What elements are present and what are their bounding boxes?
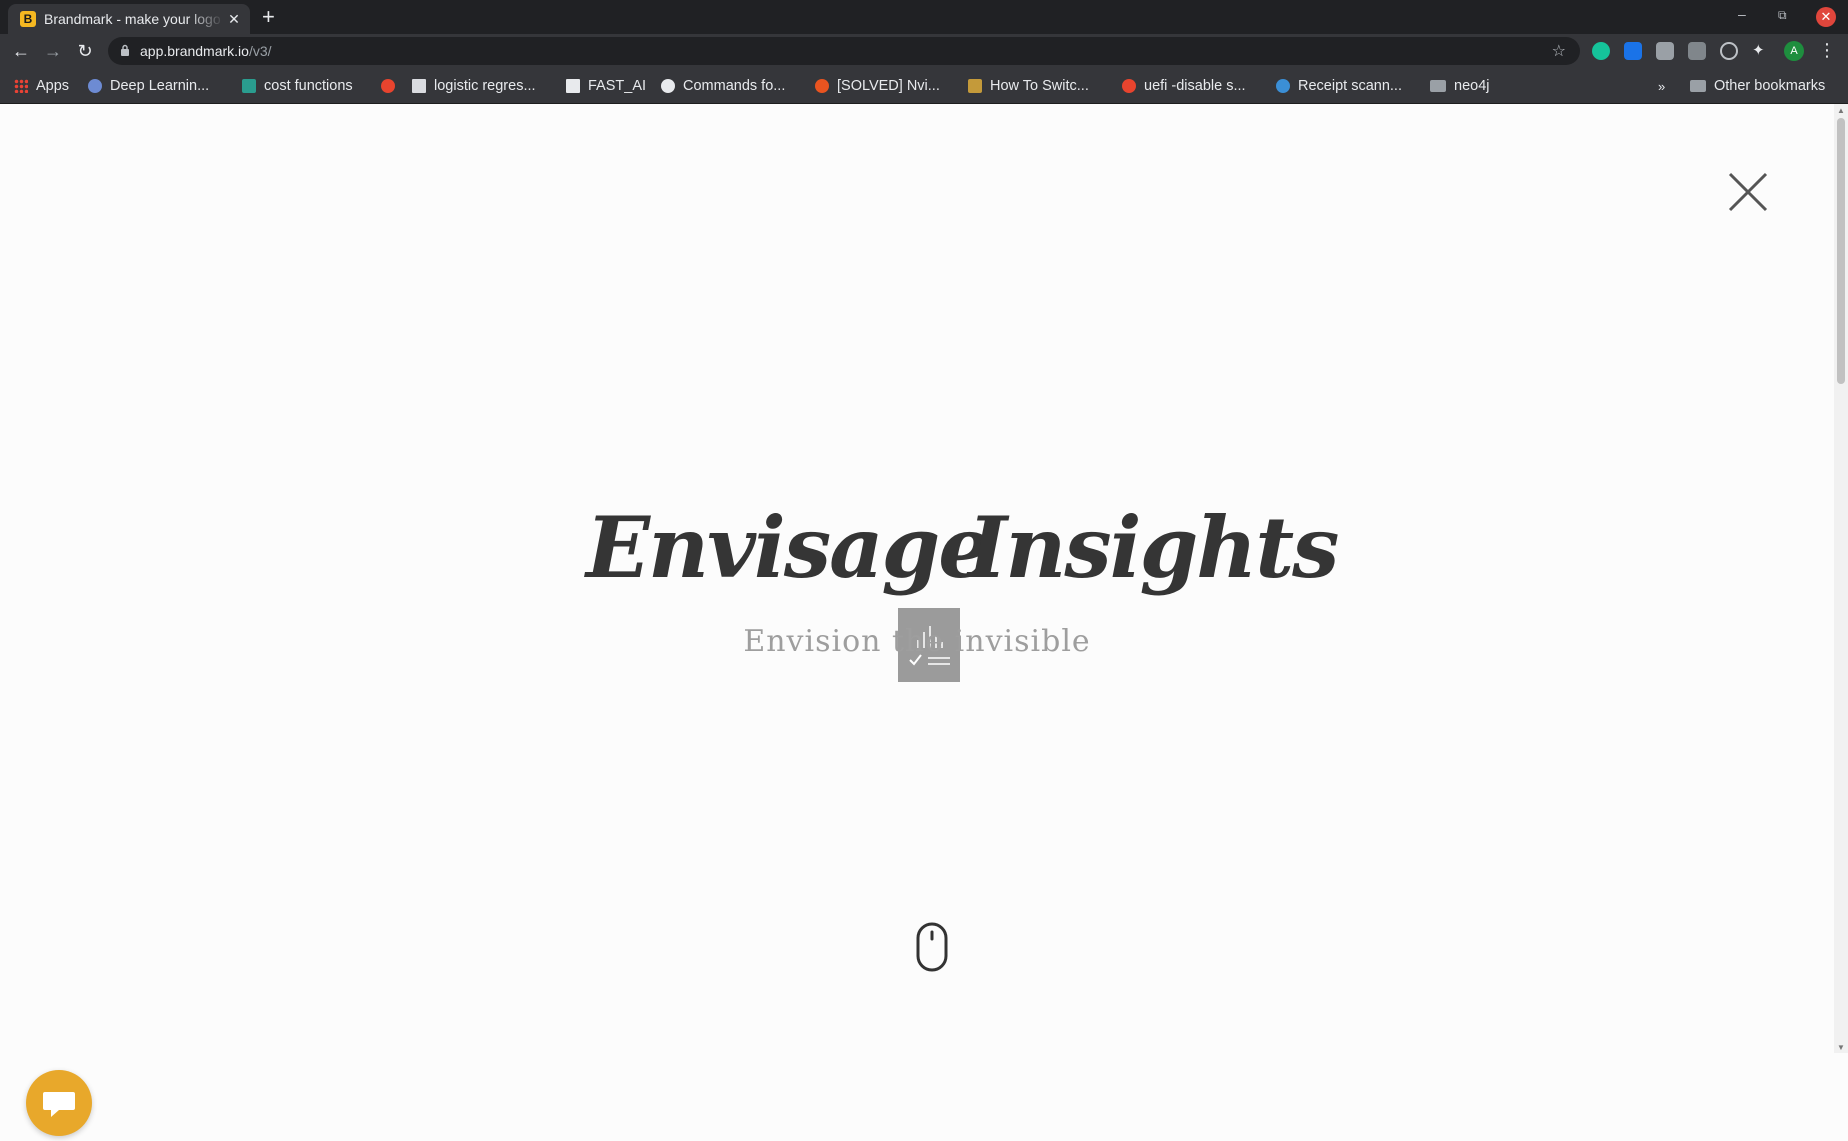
bookmark-label: Deep Learnin...	[110, 78, 210, 94]
address-bar[interactable]: app.brandmark.io/v3/ ☆	[108, 37, 1580, 65]
new-tab-icon[interactable]: +	[262, 6, 275, 28]
bookmark-item[interactable]	[381, 76, 395, 96]
bookmark-label: cost functions	[264, 78, 353, 94]
wordpress-icon	[1276, 79, 1290, 93]
react-devtools-icon[interactable]	[1720, 42, 1738, 60]
page-scrollbar[interactable]: ▲ ▼	[1834, 104, 1848, 1053]
page-content: Envisage Insights Envision the invisible	[0, 104, 1834, 1136]
globe-icon	[661, 79, 675, 93]
extension-icon[interactable]	[1656, 42, 1674, 60]
bookmarks-bar: Apps Deep Learnin... cost functions logi…	[0, 68, 1848, 104]
brain-icon	[88, 79, 102, 93]
bookmark-item[interactable]: Receipt scann...	[1276, 76, 1402, 96]
bookmark-label: logistic regres...	[434, 78, 536, 94]
bookmark-label: How To Switc...	[990, 78, 1089, 94]
brand-logo[interactable]: Envisage Insights	[586, 498, 1339, 682]
bookmark-label: Commands fo...	[683, 78, 786, 94]
ubuntu-icon	[815, 79, 829, 93]
tab-close-icon[interactable]: ✕	[226, 11, 242, 28]
menu-kebab-icon[interactable]: ⋮	[1818, 40, 1836, 61]
bookmarks-overflow-icon[interactable]: »	[1658, 76, 1665, 96]
apps-grid-icon	[14, 79, 28, 93]
other-bookmarks[interactable]: Other bookmarks	[1690, 76, 1825, 96]
window-close-icon[interactable]: ✕	[1816, 7, 1836, 27]
url-host: app.brandmark.io	[140, 43, 249, 59]
bookmark-star-icon[interactable]: ☆	[1552, 41, 1566, 61]
scroll-down-icon[interactable]: ▼	[1837, 1043, 1845, 1052]
bookmark-item[interactable]: cost functions	[242, 76, 353, 96]
folder-icon	[1690, 80, 1706, 92]
ask-icon	[1122, 79, 1136, 93]
chat-button[interactable]	[26, 1070, 92, 1136]
brand-tagline: Envision the invisible	[743, 624, 1091, 659]
brandmark-favicon-icon: B	[20, 11, 36, 27]
restore-icon[interactable]: ⧉	[1778, 8, 1787, 23]
other-bookmarks-label: Other bookmarks	[1714, 78, 1826, 94]
bookmark-item[interactable]: FAST_AI	[566, 76, 646, 96]
tab-title: Brandmark - make your logo	[44, 11, 221, 27]
lock-icon	[120, 44, 130, 59]
url-path: /v3/	[248, 43, 272, 59]
brand-word-1: Envisage	[586, 498, 992, 597]
minimize-icon[interactable]: –	[1738, 6, 1746, 22]
reader-extension-icon[interactable]	[1688, 42, 1706, 60]
bookmark-item[interactable]: Deep Learnin...	[88, 76, 209, 96]
forward-icon[interactable]: →	[41, 39, 65, 63]
doc-icon	[566, 79, 580, 93]
bookmark-item[interactable]: How To Switc...	[968, 76, 1089, 96]
browser-tab[interactable]: B Brandmark - make your logo ✕	[8, 4, 250, 34]
page-icon	[412, 79, 426, 93]
bookmark-label: [SOLVED] Nvi...	[837, 78, 940, 94]
bookmark-label: neo4j	[1454, 78, 1490, 94]
bookmark-label: FAST_AI	[588, 78, 647, 94]
bookmark-label: Receipt scann...	[1298, 78, 1402, 94]
bookmark-label: Apps	[36, 78, 70, 94]
scroll-mouse-icon[interactable]	[916, 922, 948, 972]
bookmark-label: uefi -disable s...	[1144, 78, 1246, 94]
chat-bubble-icon	[43, 1092, 75, 1117]
bookmark-item[interactable]: [SOLVED] Nvi...	[815, 76, 940, 96]
bookmark-item[interactable]: uefi -disable s...	[1122, 76, 1246, 96]
bookmark-apps[interactable]: Apps	[14, 76, 69, 96]
ask-icon	[381, 79, 395, 93]
scroll-up-icon[interactable]: ▲	[1837, 106, 1845, 115]
tab-strip: B Brandmark - make your logo ✕ + – ⧉ ✕	[0, 0, 1848, 34]
profile-avatar[interactable]: A	[1784, 41, 1804, 61]
close-icon[interactable]	[1726, 170, 1770, 214]
folder-icon	[1430, 80, 1446, 92]
browser-toolbar: ← → ↻ app.brandmark.io/v3/ ☆ ✦ A ⋮	[0, 34, 1848, 68]
bookmark-item[interactable]: logistic regres...	[412, 76, 536, 96]
reload-icon[interactable]: ↻	[73, 39, 97, 63]
bookmark-folder[interactable]: neo4j	[1430, 76, 1489, 96]
brand-word-2: Insights	[968, 498, 1339, 597]
site-icon	[968, 79, 982, 93]
bookmark-item[interactable]: Commands fo...	[661, 76, 785, 96]
extensions-puzzle-icon[interactable]: ✦	[1752, 42, 1770, 60]
chart-icon	[242, 79, 256, 93]
back-icon[interactable]: ←	[9, 39, 33, 63]
scroll-thumb[interactable]	[1837, 118, 1845, 384]
grammarly-icon[interactable]	[1592, 42, 1610, 60]
download-extension-icon[interactable]	[1624, 42, 1642, 60]
